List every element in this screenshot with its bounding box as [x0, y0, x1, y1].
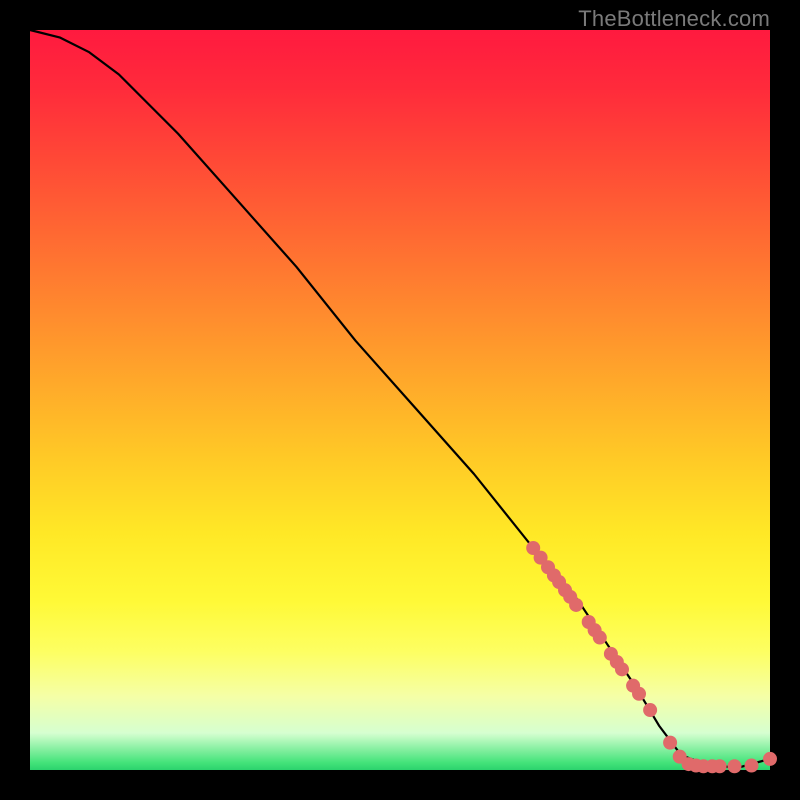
- watermark-text: TheBottleneck.com: [578, 6, 770, 32]
- chart-overlay: [30, 30, 770, 770]
- sample-point: [745, 759, 759, 773]
- bottleneck-curve: [30, 30, 770, 767]
- sample-point: [663, 736, 677, 750]
- sample-point: [713, 759, 727, 773]
- sample-point: [569, 598, 583, 612]
- sample-point: [727, 759, 741, 773]
- sample-point: [615, 662, 629, 676]
- sample-points-group: [526, 541, 777, 773]
- chart-frame: TheBottleneck.com: [0, 0, 800, 800]
- sample-point: [593, 631, 607, 645]
- sample-point: [763, 752, 777, 766]
- sample-point: [643, 703, 657, 717]
- sample-point: [632, 687, 646, 701]
